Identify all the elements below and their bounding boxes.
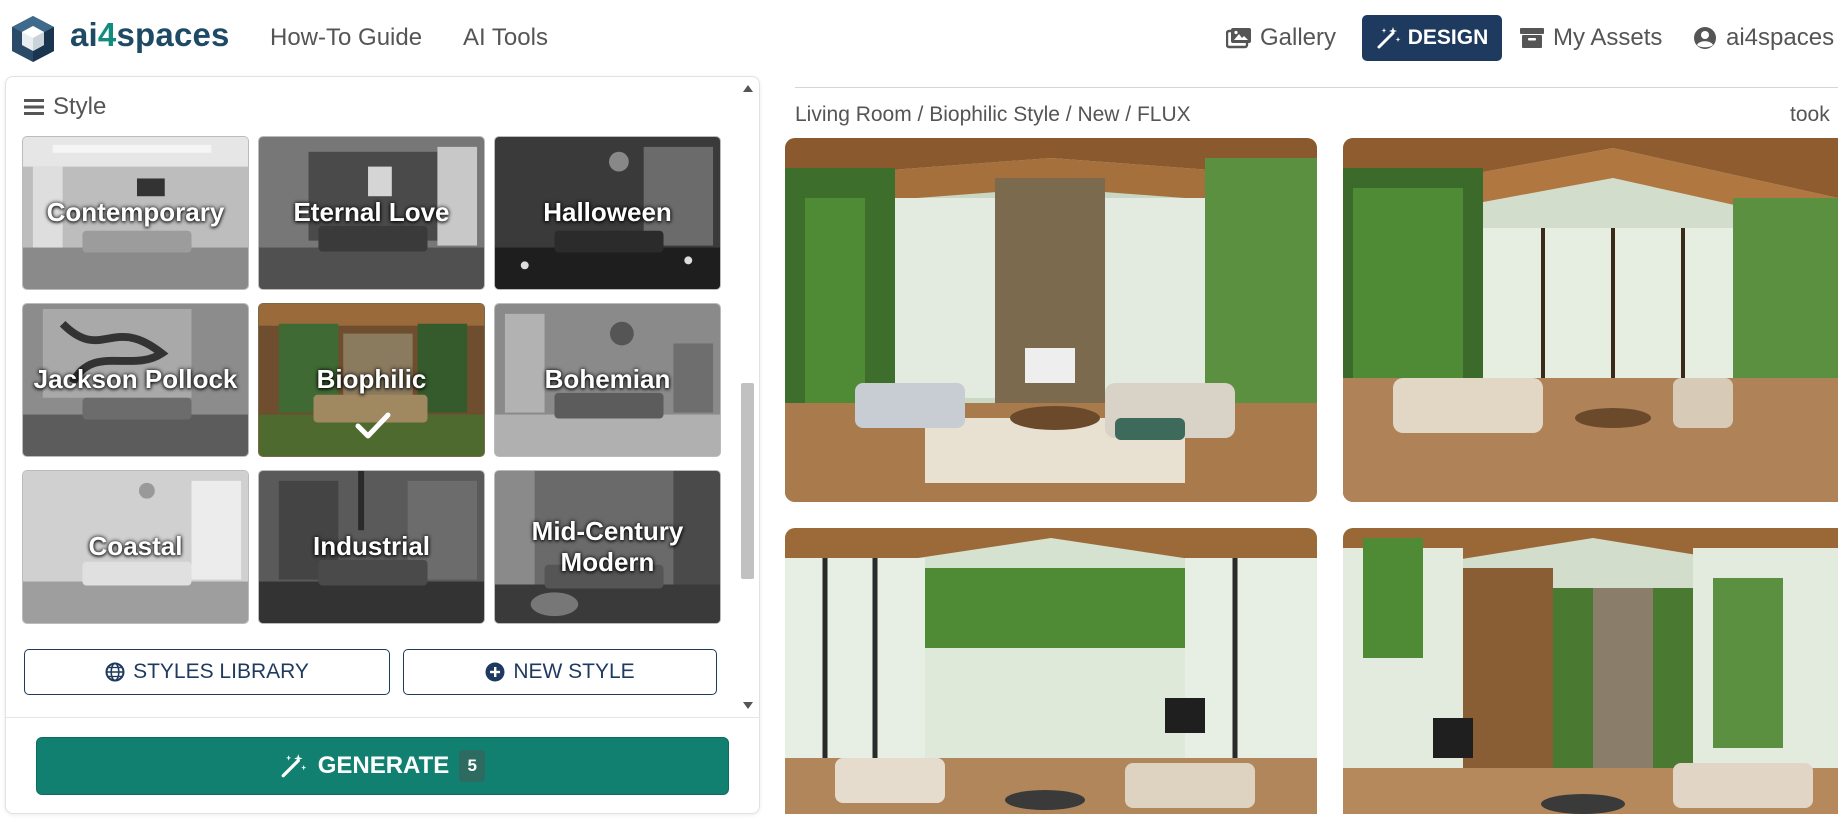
style-tile-coastal[interactable]: Coastal <box>22 470 249 624</box>
generated-image-1[interactable] <box>785 138 1317 502</box>
biophilic-living-room-render <box>1343 138 1838 502</box>
generation-time-label: took <box>1790 103 1830 126</box>
style-tile-eternal-love[interactable]: Eternal Love <box>258 136 485 290</box>
scroll-down-arrow-icon[interactable] <box>743 702 753 709</box>
account-button[interactable]: ai4spaces <box>1692 22 1834 54</box>
selected-checkmark-icon <box>355 412 391 439</box>
style-tile-contemporary[interactable]: Contemporary <box>22 136 249 290</box>
gallery-button[interactable]: Gallery <box>1226 22 1336 54</box>
generate-label: GENERATE <box>317 752 450 779</box>
generated-image-3[interactable] <box>785 528 1317 814</box>
biophilic-living-room-render <box>785 528 1317 814</box>
style-tile-bohemian[interactable]: Bohemian <box>494 303 721 457</box>
style-label: Bohemian <box>544 364 671 395</box>
biophilic-living-room-render <box>785 138 1317 502</box>
nav-how-to-guide[interactable]: How-To Guide <box>270 24 422 52</box>
archive-box-icon <box>1520 28 1544 48</box>
style-tile-biophilic[interactable]: Biophilic <box>258 303 485 457</box>
magic-wand-icon <box>1377 27 1401 49</box>
style-section-header[interactable]: Style <box>23 93 106 121</box>
new-style-label: NEW STYLE <box>513 660 635 683</box>
styles-library-label: STYLES LIBRARY <box>133 660 309 683</box>
panel-scrollbar[interactable] <box>734 77 759 717</box>
design-label: DESIGN <box>1407 26 1489 49</box>
hamburger-menu-icon <box>24 99 44 115</box>
magic-wand-icon <box>281 754 307 778</box>
panel-divider <box>6 717 759 718</box>
style-tile-jackson-pollock[interactable]: Jackson Pollock <box>22 303 249 457</box>
generated-image-2[interactable] <box>1343 138 1838 502</box>
scrollbar-thumb[interactable] <box>741 383 754 579</box>
globe-icon <box>105 662 125 682</box>
my-assets-label: My Assets <box>1553 24 1663 51</box>
new-style-button[interactable]: NEW STYLE <box>403 649 717 695</box>
generate-count-badge: 5 <box>459 750 486 782</box>
style-label: Eternal Love <box>293 197 450 228</box>
top-header: ai4spaces How-To Guide AI Tools Gallery … <box>0 0 1838 76</box>
style-label: Halloween <box>543 197 672 228</box>
style-label: Mid-Century Modern <box>531 515 684 577</box>
logo-cube-icon[interactable] <box>10 14 56 64</box>
style-tile-mid-century-modern[interactable]: Mid-Century Modern <box>494 470 721 624</box>
styles-library-button[interactable]: STYLES LIBRARY <box>24 649 390 695</box>
style-section-title: Style <box>53 93 107 120</box>
style-tile-industrial[interactable]: Industrial <box>258 470 485 624</box>
style-tile-halloween[interactable]: Halloween <box>494 136 721 290</box>
style-label: Contemporary <box>46 197 225 228</box>
image-gallery-icon <box>1226 28 1251 49</box>
plus-circle-icon <box>485 662 505 682</box>
biophilic-living-room-render <box>1343 528 1838 814</box>
my-assets-button[interactable]: My Assets <box>1519 22 1662 54</box>
nav-ai-tools[interactable]: AI Tools <box>463 24 548 52</box>
style-label: Industrial <box>312 531 430 562</box>
content-divider <box>795 87 1838 88</box>
brand-name[interactable]: ai4spaces <box>70 16 230 54</box>
gallery-label: Gallery <box>1260 24 1337 51</box>
scroll-up-arrow-icon[interactable] <box>743 85 753 92</box>
user-circle-icon <box>1694 27 1716 49</box>
account-label: ai4spaces <box>1726 24 1835 51</box>
design-button[interactable]: DESIGN <box>1362 15 1502 61</box>
generated-image-4[interactable] <box>1343 528 1838 814</box>
style-panel: Style Contemporary Eternal Love Hallowee <box>5 76 760 814</box>
generate-button[interactable]: GENERATE 5 <box>36 737 729 795</box>
breadcrumb: Living Room / Biophilic Style / New / FL… <box>795 103 1191 126</box>
style-label: Coastal <box>88 531 183 562</box>
style-label: Jackson Pollock <box>33 364 238 395</box>
